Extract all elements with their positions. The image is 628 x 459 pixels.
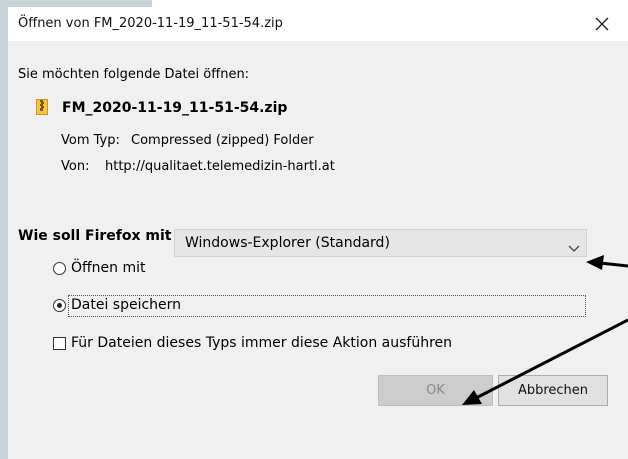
window-title: Öffnen von FM_2020-11-19_11-51-54.zip (18, 16, 283, 31)
save-file-label[interactable]: Datei speichern (71, 297, 181, 313)
close-icon[interactable] (588, 11, 616, 37)
file-source-value: http://qualitaet.telemedizin-hartl.at (105, 159, 335, 174)
file-type-label: Vom Typ: (61, 133, 120, 148)
open-with-selected-value: Windows-Explorer (Standard) (185, 235, 390, 251)
cancel-button[interactable]: Abbrechen (498, 375, 608, 406)
download-dialog: Öffnen von FM_2020-11-19_11-51-54.zip Si… (8, 7, 628, 459)
ok-button[interactable]: OK (378, 375, 493, 406)
open-with-select[interactable]: Windows-Explorer (Standard) (174, 229, 587, 257)
save-file-radio[interactable] (53, 299, 66, 312)
file-source-label: Von: (61, 159, 90, 174)
background-strip-left (0, 0, 8, 459)
title-bar: Öffnen von FM_2020-11-19_11-51-54.zip (8, 7, 628, 41)
open-with-radio[interactable] (53, 262, 66, 275)
chevron-down-icon (568, 238, 580, 257)
always-do-this-checkbox[interactable] (53, 337, 66, 350)
file-type-value: Compressed (zipped) Folder (131, 133, 314, 148)
open-with-label[interactable]: Öffnen mit (71, 260, 146, 276)
intro-text: Sie möchten folgende Datei öffnen: (18, 67, 250, 82)
file-name: FM_2020-11-19_11-51-54.zip (62, 100, 288, 116)
always-do-this-label[interactable]: Für Dateien dieses Typs immer diese Akti… (71, 335, 452, 351)
background-strip-top (0, 0, 628, 7)
zip-folder-icon (36, 99, 48, 115)
